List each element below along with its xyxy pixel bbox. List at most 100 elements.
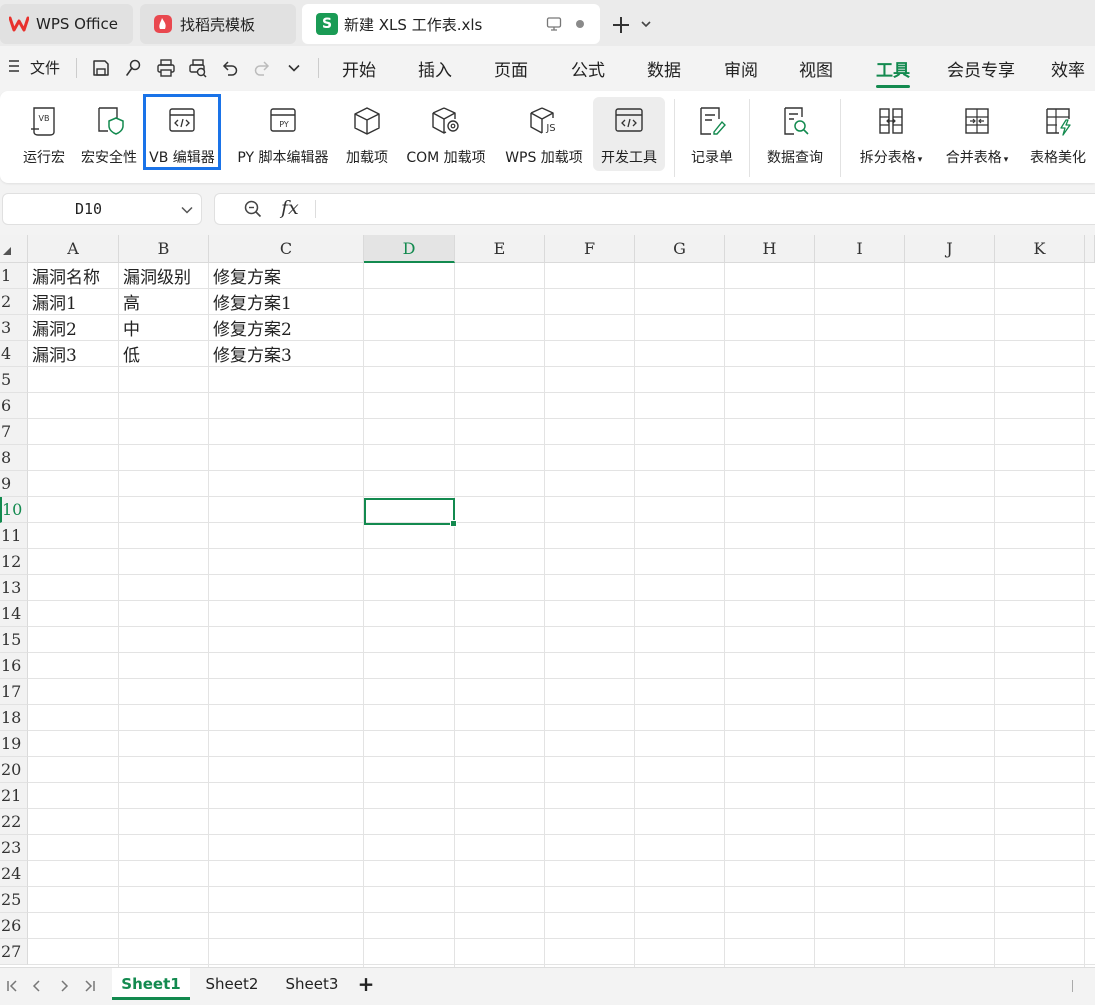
spreadsheet-grid[interactable]: A B C D E F G H I J K 1 2 3 4 5 6 7 8 9 … bbox=[0, 235, 1095, 967]
split-table-button[interactable]: 拆分表格 ▾ bbox=[853, 97, 929, 171]
row-header-4[interactable]: 4 bbox=[0, 341, 28, 367]
active-cell-selection[interactable] bbox=[364, 498, 457, 527]
column-header-c[interactable]: C bbox=[209, 235, 364, 263]
row-header-20[interactable]: 20 bbox=[0, 757, 28, 783]
next-sheet-icon[interactable] bbox=[54, 976, 74, 996]
cell-b2[interactable]: 高 bbox=[119, 291, 140, 317]
redo-icon[interactable] bbox=[250, 56, 274, 80]
column-header-h[interactable]: H bbox=[725, 235, 815, 263]
menu-tab-page[interactable]: 页面 bbox=[494, 56, 528, 81]
fx-icon[interactable]: fx bbox=[281, 197, 299, 219]
row-header-16[interactable]: 16 bbox=[0, 653, 28, 679]
wps-addins-button[interactable]: JS WPS 加载项 bbox=[500, 97, 588, 171]
first-sheet-icon[interactable] bbox=[2, 976, 22, 996]
row-header-9[interactable]: 9 bbox=[0, 471, 28, 497]
cell-a4[interactable]: 漏洞3 bbox=[28, 343, 77, 369]
window-tab-workbook[interactable]: S 新建 XLS 工作表.xls bbox=[302, 4, 600, 44]
developer-tools-button[interactable]: 开发工具 bbox=[593, 97, 665, 171]
menu-tab-home[interactable]: 开始 bbox=[342, 56, 376, 81]
sheet-tab-sheet3[interactable]: Sheet3 bbox=[274, 968, 350, 1000]
menu-tab-formula[interactable]: 公式 bbox=[571, 56, 605, 81]
cell-b3[interactable]: 中 bbox=[119, 317, 140, 343]
column-header-g[interactable]: G bbox=[635, 235, 725, 263]
save-icon[interactable] bbox=[89, 56, 113, 80]
column-header-a[interactable]: A bbox=[28, 235, 119, 263]
menu-tab-view[interactable]: 视图 bbox=[799, 56, 833, 81]
menu-tab-efficiency[interactable]: 效率 bbox=[1051, 56, 1085, 81]
row-header-15[interactable]: 15 bbox=[0, 627, 28, 653]
cell-a2[interactable]: 漏洞1 bbox=[28, 291, 77, 317]
new-tab-plus-icon[interactable] bbox=[608, 12, 634, 38]
row-header-14[interactable]: 14 bbox=[0, 601, 28, 627]
zoom-search-icon[interactable] bbox=[243, 199, 263, 223]
cell-b1[interactable]: 漏洞级别 bbox=[119, 265, 191, 291]
sheet-tab-sheet2[interactable]: Sheet2 bbox=[194, 968, 270, 1000]
monitor-icon[interactable] bbox=[546, 16, 562, 36]
print-icon[interactable] bbox=[154, 56, 178, 80]
row-header-17[interactable]: 17 bbox=[0, 679, 28, 705]
window-tab-docer[interactable]: 找稻壳模板 bbox=[140, 4, 296, 44]
menu-tab-data[interactable]: 数据 bbox=[647, 56, 681, 81]
row-header-6[interactable]: 6 bbox=[0, 393, 28, 419]
menu-tab-review[interactable]: 审阅 bbox=[724, 56, 758, 81]
menu-tab-tools[interactable]: 工具 bbox=[876, 56, 910, 81]
row-header-7[interactable]: 7 bbox=[0, 419, 28, 445]
row-header-24[interactable]: 24 bbox=[0, 861, 28, 887]
row-header-21[interactable]: 21 bbox=[0, 783, 28, 809]
row-header-22[interactable]: 22 bbox=[0, 809, 28, 835]
row-header-25[interactable]: 25 bbox=[0, 887, 28, 913]
cell-c2[interactable]: 修复方案1 bbox=[209, 291, 292, 317]
row-header-8[interactable]: 8 bbox=[0, 445, 28, 471]
select-all-corner[interactable] bbox=[0, 235, 28, 263]
macro-security-button[interactable]: 宏安全性 bbox=[76, 97, 142, 171]
row-header-5[interactable]: 5 bbox=[0, 367, 28, 393]
row-header-27[interactable]: 27 bbox=[0, 939, 28, 965]
sheet-tab-sheet1[interactable]: Sheet1 bbox=[112, 968, 190, 1000]
record-form-button[interactable]: 记录单 bbox=[684, 97, 740, 171]
column-header-partial[interactable] bbox=[1085, 235, 1095, 263]
column-header-e[interactable]: E bbox=[455, 235, 545, 263]
fill-handle[interactable] bbox=[450, 520, 457, 527]
py-script-editor-button[interactable]: PY PY 脚本编辑器 bbox=[233, 97, 333, 171]
row-header-10[interactable]: 10 bbox=[0, 497, 28, 523]
name-box[interactable]: D10 bbox=[2, 193, 202, 225]
row-header-18[interactable]: 18 bbox=[0, 705, 28, 731]
cell-c1[interactable]: 修复方案 bbox=[209, 265, 281, 291]
row-header-2[interactable]: 2 bbox=[0, 289, 28, 315]
row-header-3[interactable]: 3 bbox=[0, 315, 28, 341]
row-header-23[interactable]: 23 bbox=[0, 835, 28, 861]
column-header-f[interactable]: F bbox=[545, 235, 635, 263]
window-tab-wps-office[interactable]: WPS Office bbox=[0, 4, 133, 44]
row-header-12[interactable]: 12 bbox=[0, 549, 28, 575]
menu-tab-member[interactable]: 会员专享 bbox=[947, 56, 1015, 81]
last-sheet-icon[interactable] bbox=[80, 976, 100, 996]
com-addins-button[interactable]: COM 加载项 bbox=[401, 97, 491, 171]
name-box-chevron-down-icon[interactable] bbox=[180, 203, 194, 221]
column-header-j[interactable]: J bbox=[905, 235, 995, 263]
cell-c3[interactable]: 修复方案2 bbox=[209, 317, 292, 343]
data-query-button[interactable]: 数据查询 bbox=[760, 97, 830, 171]
prev-sheet-icon[interactable] bbox=[27, 976, 47, 996]
row-header-1[interactable]: 1 bbox=[0, 263, 28, 289]
cell-c4[interactable]: 修复方案3 bbox=[209, 343, 292, 369]
row-header-13[interactable]: 13 bbox=[0, 575, 28, 601]
row-header-19[interactable]: 19 bbox=[0, 731, 28, 757]
column-header-d[interactable]: D bbox=[364, 235, 455, 263]
addins-button[interactable]: 加载项 bbox=[341, 97, 393, 171]
column-header-i[interactable]: I bbox=[815, 235, 905, 263]
cell-a1[interactable]: 漏洞名称 bbox=[28, 265, 100, 291]
beautify-table-button[interactable]: 表格美化 bbox=[1025, 97, 1091, 171]
format-painter-icon[interactable] bbox=[121, 56, 145, 80]
add-sheet-button[interactable]: + bbox=[352, 968, 380, 1000]
menu-tab-insert[interactable]: 插入 bbox=[418, 56, 452, 81]
vb-editor-button[interactable]: VB 编辑器 bbox=[146, 97, 218, 171]
undo-icon[interactable] bbox=[218, 56, 242, 80]
column-header-b[interactable]: B bbox=[119, 235, 209, 263]
tab-list-chevron-down-icon[interactable] bbox=[636, 14, 656, 34]
cell-a3[interactable]: 漏洞2 bbox=[28, 317, 77, 343]
cell-b4[interactable]: 低 bbox=[119, 343, 140, 369]
run-macro-button[interactable]: VB 运行宏 bbox=[14, 97, 74, 171]
file-menu-button[interactable]: 文件 bbox=[8, 57, 60, 78]
formula-input[interactable] bbox=[325, 200, 1085, 220]
row-header-26[interactable]: 26 bbox=[0, 913, 28, 939]
